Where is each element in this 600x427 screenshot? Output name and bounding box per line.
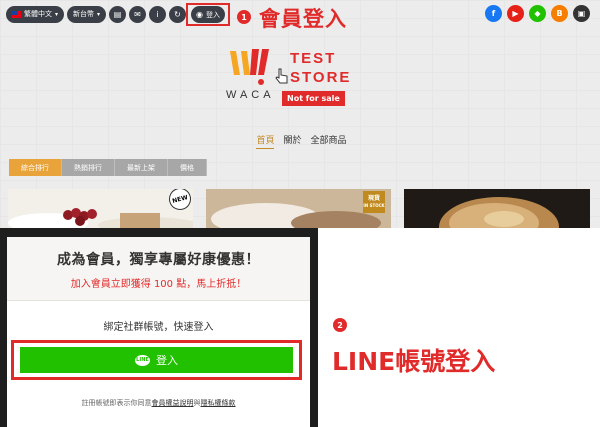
store-title-line2: STORE <box>290 69 352 86</box>
tab-newest[interactable]: 最新上架 <box>115 159 168 176</box>
currency-selector[interactable]: 新台幣 ▾ <box>67 5 107 23</box>
product-image <box>404 189 590 228</box>
store-title-line1: TEST <box>290 50 337 67</box>
chevron-down-icon: ▾ <box>97 10 101 18</box>
terms-and: 與 <box>193 399 201 407</box>
line-login-button-label: 登入 <box>156 354 178 367</box>
language-selector[interactable]: 繁體中文 ▾ <box>6 5 65 23</box>
privacy-policy-link[interactable]: 隱私權條款 <box>201 399 236 407</box>
main-nav: 首頁 關於 全部商品 <box>0 133 600 149</box>
line-icon: LINE <box>135 354 150 366</box>
document-icon[interactable]: ▤ <box>109 5 127 23</box>
info-icon[interactable]: i <box>149 5 167 23</box>
facebook-icon[interactable]: f <box>485 5 502 22</box>
social-links: f ▶ ◆ B ▣ <box>485 5 590 22</box>
nav-all-products[interactable]: 全部商品 <box>311 133 347 149</box>
terms-prefix: 註冊帳號即表示你同意 <box>81 399 152 407</box>
mail-icon[interactable]: ✉ <box>129 5 147 23</box>
top-toolbar: 繁體中文 ▾ 新台幣 ▾ ▤ ✉ i ↻ <box>6 5 187 23</box>
line-login-button[interactable]: LINE 登入 <box>20 347 293 373</box>
step1-marker: 1 <box>237 10 251 24</box>
social-bind-text: 綁定社群帳號，快速登入 <box>103 322 214 333</box>
refresh-icon[interactable]: ↻ <box>169 5 187 23</box>
brand-name: WACA <box>226 89 275 101</box>
step2-marker: 2 <box>333 318 347 332</box>
product-card[interactable]: NEW <box>8 189 193 228</box>
hand-cursor-icon <box>275 68 288 84</box>
currency-label: 新台幣 <box>73 10 95 18</box>
in-stock-badge-text: 現貨 <box>367 195 380 202</box>
tab-bestseller-ranking[interactable]: 熱銷排行 <box>62 159 115 176</box>
terms-text: 註冊帳號即表示你同意會員權益說明與隱私權條款 <box>7 398 310 408</box>
user-icon: ◉ <box>196 10 203 19</box>
nav-about[interactable]: 關於 <box>283 133 301 149</box>
sort-tabs: 綜合排行 熱銷排行 最新上架 價格 <box>9 159 207 176</box>
step2-label: LINE帳號登入 <box>332 347 496 376</box>
step1-label: 會員登入 <box>259 7 347 31</box>
login-panel-subtitle: 加入會員立即獲得 100 點，馬上折抵！ <box>70 279 247 290</box>
member-rights-link[interactable]: 會員權益說明 <box>152 399 194 407</box>
in-stock-badge: 現貨 IN STOCK <box>363 191 385 213</box>
login-panel-title: 成為會員，獨享專屬好康優惠！ <box>57 252 260 268</box>
nav-home[interactable]: 首頁 <box>256 133 275 149</box>
blog-icon[interactable]: B <box>551 5 568 22</box>
chevron-down-icon: ▾ <box>55 10 59 18</box>
tab-overall-ranking[interactable]: 綜合排行 <box>9 159 62 176</box>
printer-icon[interactable]: ▣ <box>573 5 590 22</box>
login-panel-header: 成為會員，獨享專屬好康優惠！ 加入會員立即獲得 100 點，馬上折抵！ <box>7 237 310 301</box>
store-logo[interactable]: WACA TEST STORE Not for sale <box>226 45 366 115</box>
tab-price[interactable]: 價格 <box>168 159 207 176</box>
product-card[interactable] <box>404 189 590 228</box>
store-page: 繁體中文 ▾ 新台幣 ▾ ▤ ✉ i ↻ ◉ 登入 1 會員登入 f ▶ ◆ B… <box>0 0 600 228</box>
taiwan-flag-icon <box>12 10 21 18</box>
product-card[interactable]: 現貨 IN STOCK <box>206 189 391 228</box>
store-title: TEST STORE <box>290 49 351 87</box>
not-for-sale-badge: Not for sale <box>282 91 345 106</box>
login-panel: 成為會員，獨享專屬好康優惠！ 加入會員立即獲得 100 點，馬上折抵！ 綁定社群… <box>7 237 310 427</box>
youtube-icon[interactable]: ▶ <box>507 5 524 22</box>
login-button[interactable]: ◉ 登入 <box>191 6 225 23</box>
in-stock-badge-subtext: IN STOCK <box>363 203 385 208</box>
login-button-label: 登入 <box>205 10 220 19</box>
line-icon[interactable]: ◆ <box>529 5 546 22</box>
language-label: 繁體中文 <box>24 10 52 18</box>
waca-logo-mark-icon <box>230 49 269 85</box>
product-image <box>8 208 193 228</box>
